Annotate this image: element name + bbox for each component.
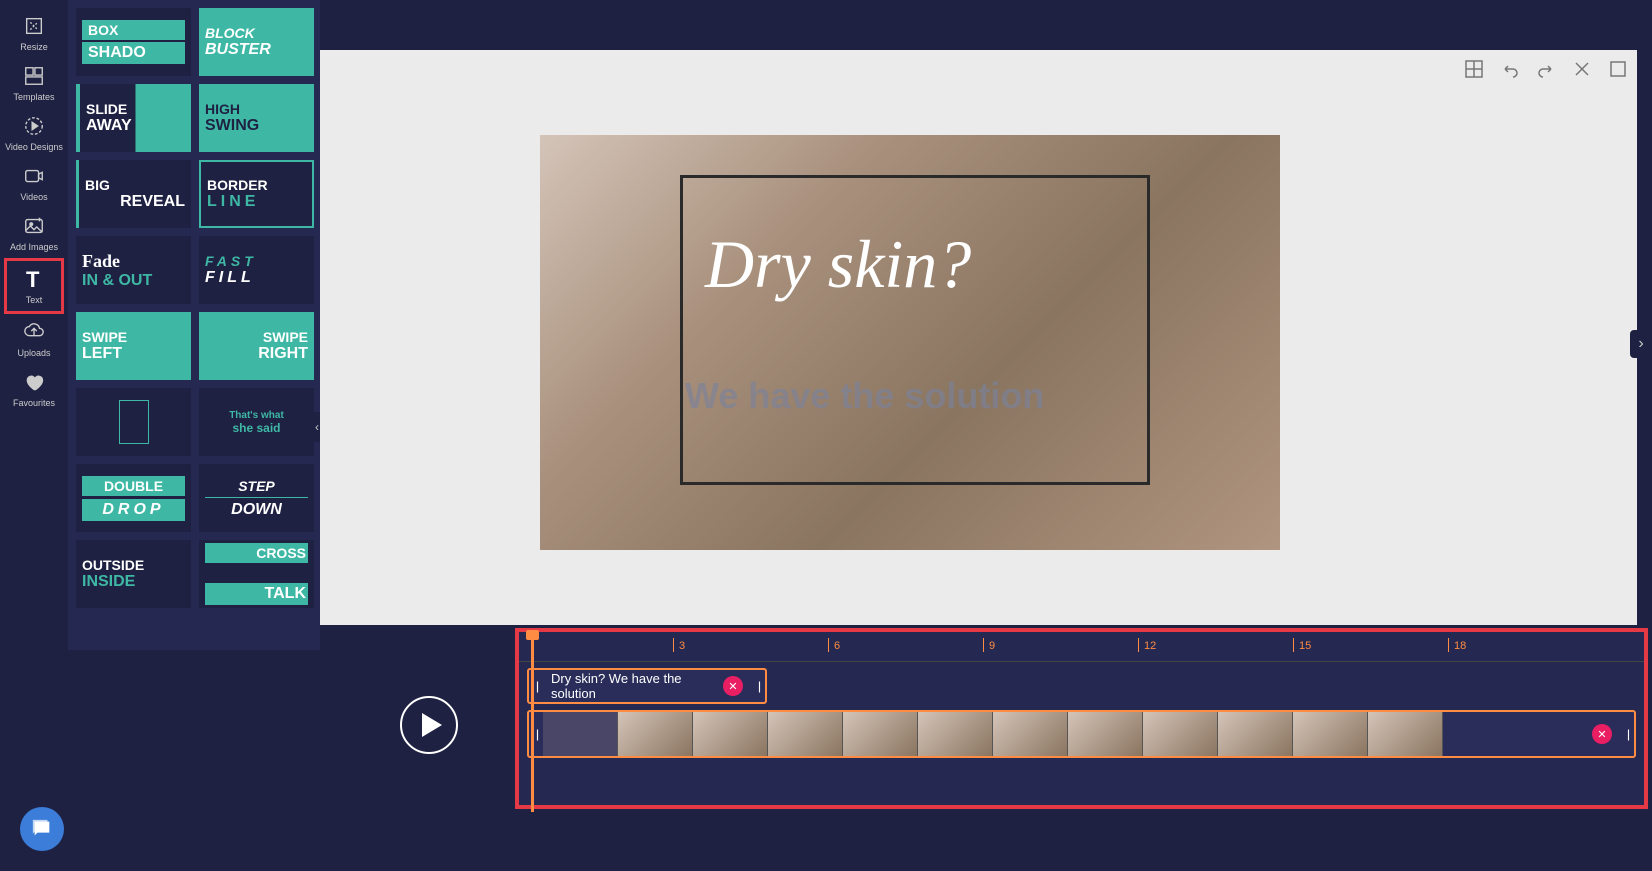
sidebar-label: Resize	[20, 42, 48, 52]
text-effect-step-down[interactable]: STEPDOWN	[199, 464, 314, 532]
timeline-area: 3 6 9 12 15 18 || Dry skin? We have the …	[320, 626, 1652, 871]
video-thumb	[618, 712, 693, 756]
playhead[interactable]	[531, 632, 534, 812]
svg-text:T: T	[26, 267, 40, 292]
text-effect-frame[interactable]	[76, 388, 191, 456]
sidebar-label: Favourites	[13, 398, 55, 408]
track-text-label: Dry skin? We have the solution	[543, 671, 723, 701]
text-effect-swipe-right[interactable]: SWIPERIGHT	[199, 312, 314, 380]
text-effect-double-drop[interactable]: DOUBLEDROP	[76, 464, 191, 532]
canvas-stage[interactable]: Dry skin? We have the solution	[540, 135, 1280, 550]
sidebar-item-text[interactable]: T Text	[4, 258, 64, 314]
ruler-mark: 6	[834, 640, 840, 652]
canvas-title-text[interactable]: Dry skin?	[705, 225, 971, 304]
video-thumb	[693, 712, 768, 756]
text-effect-high-swing[interactable]: HIGHSWING	[199, 84, 314, 152]
sidebar-item-video-designs[interactable]: Video Designs	[4, 108, 64, 158]
chat-button[interactable]	[20, 807, 64, 851]
sidebar-label: Templates	[13, 92, 54, 102]
text-effect-big-reveal[interactable]: BIGREVEAL	[76, 160, 191, 228]
video-thumb	[1368, 712, 1443, 756]
ruler-mark: 9	[989, 640, 995, 652]
text-effect-slide-away[interactable]: SLIDEAWAY	[76, 84, 191, 152]
text-icon: T	[22, 267, 46, 291]
sidebar-item-favourites[interactable]: Favourites	[4, 364, 64, 414]
text-effect-cross-talk[interactable]: CROSSTALK	[199, 540, 314, 608]
uploads-icon	[22, 320, 46, 344]
sidebar-label: Add Images	[10, 242, 58, 252]
videos-icon	[22, 164, 46, 188]
canvas-subtitle-text[interactable]: We have the solution	[685, 375, 1044, 417]
ruler-mark: 15	[1299, 640, 1311, 652]
sidebar: Resize Templates Video Designs Videos Ad…	[0, 0, 68, 871]
video-thumb	[993, 712, 1068, 756]
text-effect-fade-in-out[interactable]: FadeIN & OUT	[76, 236, 191, 304]
ruler-mark: 18	[1454, 640, 1466, 652]
text-effect-outside-inside[interactable]: OUTSIDEINSIDE	[76, 540, 191, 608]
play-icon	[422, 713, 442, 737]
sidebar-item-templates[interactable]: Templates	[4, 58, 64, 108]
expand-right-button[interactable]: ›	[1630, 330, 1652, 358]
timeline-container: 3 6 9 12 15 18 || Dry skin? We have the …	[515, 628, 1648, 809]
video-thumb	[843, 712, 918, 756]
sidebar-label: Text	[26, 295, 43, 305]
video-thumb	[1293, 712, 1368, 756]
ruler-mark: 3	[679, 640, 685, 652]
text-effect-box-shadow[interactable]: BOXSHADO	[76, 8, 191, 76]
video-thumb	[918, 712, 993, 756]
sidebar-label: Uploads	[17, 348, 50, 358]
templates-icon	[22, 64, 46, 88]
grid-icon[interactable]	[1465, 60, 1483, 78]
redo-icon[interactable]	[1537, 60, 1555, 78]
canvas-frame	[680, 175, 1150, 485]
timeline-ruler[interactable]: 3 6 9 12 15 18	[519, 632, 1644, 662]
sidebar-label: Videos	[20, 192, 47, 202]
chat-icon	[31, 818, 53, 840]
text-effect-block-buster[interactable]: BLOCKBUSTER	[199, 8, 314, 76]
play-button[interactable]	[400, 696, 458, 754]
video-designs-icon	[22, 114, 46, 138]
undo-icon[interactable]	[1501, 60, 1519, 78]
track-delete-button[interactable]: ✕	[723, 676, 743, 696]
track-delete-button[interactable]: ✕	[1592, 724, 1612, 744]
track-handle-right[interactable]: ||	[751, 670, 765, 702]
sidebar-item-videos[interactable]: Videos	[4, 158, 64, 208]
ruler-mark: 12	[1144, 640, 1156, 652]
video-thumb	[1218, 712, 1293, 756]
canvas-toolbar	[1465, 60, 1627, 78]
video-thumb	[1068, 712, 1143, 756]
video-thumb	[1143, 712, 1218, 756]
text-effect-border-line[interactable]: BORDERLINE	[199, 160, 314, 228]
text-effect-quote[interactable]: That's whatshe said	[199, 388, 314, 456]
track-handle-right[interactable]: ||	[1620, 712, 1634, 756]
text-effect-fast-fill[interactable]: FASTFILL	[199, 236, 314, 304]
sidebar-label: Video Designs	[5, 142, 63, 152]
text-effect-swipe-left[interactable]: SWIPELEFT	[76, 312, 191, 380]
text-effects-panel: BOXSHADO BLOCKBUSTER SLIDEAWAY HIGHSWING…	[68, 0, 320, 650]
favourites-icon	[22, 370, 46, 394]
sidebar-item-add-images[interactable]: Add Images	[4, 208, 64, 258]
close-icon[interactable]	[1573, 60, 1591, 78]
text-track[interactable]: || Dry skin? We have the solution ✕ ||	[527, 668, 767, 704]
sidebar-item-resize[interactable]: Resize	[4, 8, 64, 58]
video-thumb	[768, 712, 843, 756]
resize-icon	[22, 14, 46, 38]
square-icon[interactable]	[1609, 60, 1627, 78]
add-images-icon	[22, 214, 46, 238]
sidebar-item-uploads[interactable]: Uploads	[4, 314, 64, 364]
video-track[interactable]: || ✕ ||	[527, 710, 1636, 758]
video-thumbnails	[543, 712, 1592, 756]
canvas-area: Dry skin? We have the solution	[320, 50, 1637, 625]
video-thumb	[543, 712, 618, 756]
